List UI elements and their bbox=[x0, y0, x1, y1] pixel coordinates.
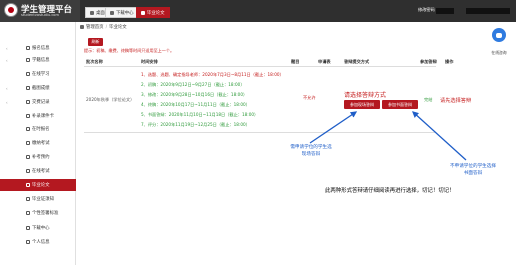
online-consult[interactable]: 在线咨询 bbox=[486, 28, 512, 64]
arrow-to-onsite-button bbox=[309, 111, 358, 144]
chat-bubble-icon bbox=[492, 28, 506, 42]
arrow-to-written-button bbox=[412, 111, 467, 161]
annotation-arrows bbox=[309, 111, 467, 161]
online-consult-label: 在线咨询 bbox=[491, 50, 507, 55]
